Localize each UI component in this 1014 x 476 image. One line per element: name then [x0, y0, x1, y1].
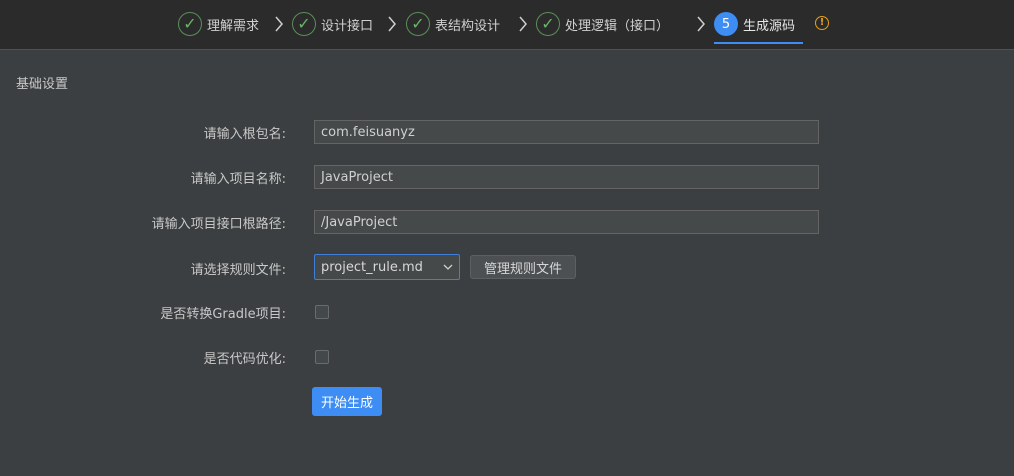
- info-icon[interactable]: !: [815, 16, 829, 30]
- step-processing-logic[interactable]: ✓ 处理逻辑（接口）: [536, 10, 669, 38]
- step-label: 处理逻辑（接口）: [565, 18, 670, 34]
- start-generate-button[interactable]: 开始生成: [312, 387, 382, 416]
- chevron-right-icon: [694, 13, 708, 35]
- project-name-input[interactable]: JavaProject: [314, 165, 819, 189]
- root-package-label: 请输入根包名:: [203, 127, 286, 142]
- optimize-label: 是否代码优化:: [203, 352, 286, 367]
- step-label: 设计接口: [321, 18, 374, 34]
- step-label: 表结构设计: [435, 18, 501, 34]
- optimize-checkbox[interactable]: [315, 350, 329, 364]
- chevron-down-icon: [443, 264, 453, 270]
- step-understand-requirements[interactable]: ✓ 理解需求: [178, 10, 259, 38]
- rule-file-label: 请选择规则文件:: [190, 263, 286, 278]
- rule-file-select[interactable]: project_rule.md: [314, 254, 460, 280]
- step-label: 生成源码: [743, 18, 796, 34]
- root-path-label: 请输入项目接口根路径:: [151, 217, 286, 232]
- gradle-label: 是否转换Gradle项目:: [160, 307, 286, 322]
- step-label: 理解需求: [207, 18, 260, 34]
- step-design-api[interactable]: ✓ 设计接口: [292, 10, 373, 38]
- root-package-input[interactable]: com.feisuanyz: [314, 120, 819, 144]
- rule-file-value: project_rule.md: [321, 259, 423, 275]
- project-name-label: 请输入项目名称:: [190, 172, 286, 187]
- chevron-right-icon: [272, 13, 286, 35]
- chevron-right-icon: [516, 13, 530, 35]
- active-step-indicator: [714, 42, 803, 44]
- manage-rule-files-button[interactable]: 管理规则文件: [470, 255, 576, 279]
- check-icon: ✓: [292, 12, 316, 36]
- step-bar: ✓ 理解需求 ✓ 设计接口 ✓ 表结构设计 ✓ 处理逻辑（接口） 5 生成源码 …: [0, 0, 1014, 50]
- chevron-right-icon: [385, 13, 399, 35]
- step-generate-source[interactable]: 5 生成源码: [714, 10, 795, 38]
- check-icon: ✓: [536, 12, 560, 36]
- step-table-design[interactable]: ✓ 表结构设计: [406, 10, 500, 38]
- gradle-checkbox[interactable]: [315, 305, 329, 319]
- step-number-badge: 5: [714, 12, 738, 36]
- section-title: 基础设置: [16, 77, 69, 92]
- root-path-input[interactable]: /JavaProject: [314, 210, 819, 234]
- check-icon: ✓: [178, 12, 202, 36]
- check-icon: ✓: [406, 12, 430, 36]
